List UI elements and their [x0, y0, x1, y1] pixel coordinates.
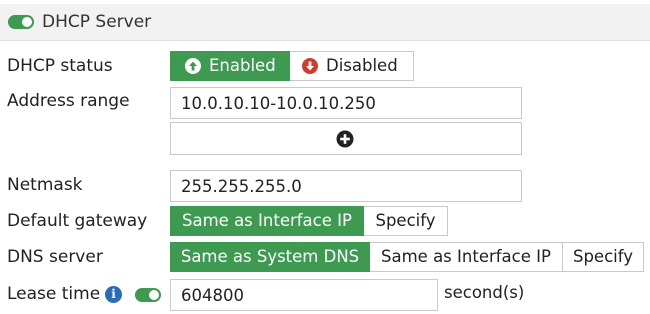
dhcp-disabled-button[interactable]: Disabled — [290, 51, 414, 81]
gateway-specify-button[interactable]: Specify — [364, 206, 448, 236]
add-address-range-box[interactable] — [170, 122, 522, 155]
lease-time-label: Lease time — [7, 284, 101, 304]
info-icon[interactable]: i — [105, 286, 122, 303]
arrow-down-circle-icon — [302, 58, 318, 74]
dhcp-status-group: Enabled Disabled — [170, 51, 414, 81]
dhcp-status-label: DHCP status — [7, 56, 113, 76]
arrow-up-circle-icon — [185, 58, 201, 74]
dhcp-enabled-label: Enabled — [209, 56, 276, 75]
lease-time-unit: second(s) — [444, 283, 525, 302]
toggle-knob — [149, 290, 159, 300]
netmask-input[interactable] — [170, 170, 522, 202]
lease-time-input[interactable] — [170, 279, 438, 311]
lease-time-toggle[interactable] — [135, 288, 161, 302]
address-range-input[interactable] — [170, 87, 522, 119]
plus-circle-icon[interactable] — [336, 130, 354, 148]
dns-server-label: DNS server — [7, 247, 103, 267]
address-range-label: Address range — [7, 91, 130, 111]
section-header: DHCP Server — [0, 4, 650, 41]
dhcp-server-toggle[interactable] — [8, 15, 34, 29]
toggle-knob — [22, 17, 32, 27]
dhcp-enabled-button[interactable]: Enabled — [170, 51, 290, 81]
netmask-label: Netmask — [7, 175, 83, 195]
section-title: DHCP Server — [42, 12, 152, 32]
default-gateway-group: Same as Interface IP Specify — [170, 206, 448, 236]
default-gateway-label: Default gateway — [7, 211, 148, 231]
dns-same-as-interface-button[interactable]: Same as Interface IP — [370, 242, 563, 272]
gateway-same-as-interface-button[interactable]: Same as Interface IP — [170, 206, 364, 236]
dns-specify-button[interactable]: Specify — [563, 242, 644, 272]
dns-server-group: Same as System DNS Same as Interface IP … — [170, 242, 644, 272]
dns-same-as-system-button[interactable]: Same as System DNS — [170, 242, 370, 272]
dhcp-disabled-label: Disabled — [326, 56, 398, 75]
